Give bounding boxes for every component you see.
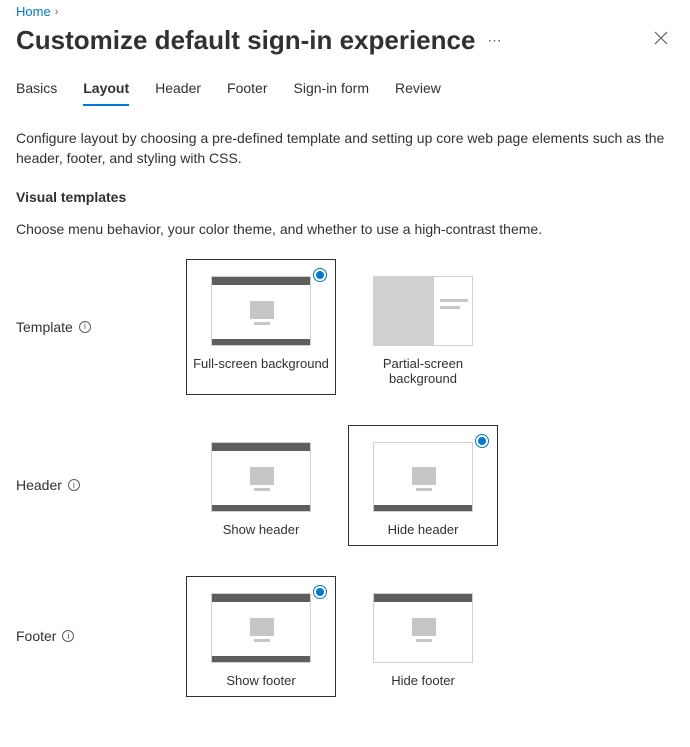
- footer-option-show[interactable]: Show footer: [186, 576, 336, 697]
- template-option-partial-screen[interactable]: Partial-screen background: [348, 259, 498, 395]
- page-title: Customize default sign-in experience: [16, 25, 475, 56]
- tab-header[interactable]: Header: [155, 74, 201, 106]
- chevron-right-icon: ›: [55, 6, 59, 18]
- more-actions-button[interactable]: ⋯: [487, 32, 502, 49]
- footer-label: Footer: [16, 628, 56, 644]
- tab-basics[interactable]: Basics: [16, 74, 57, 106]
- breadcrumb-home-link[interactable]: Home: [16, 4, 51, 19]
- header-option-label: Show header: [223, 522, 300, 537]
- thumbnail-icon: [373, 442, 473, 512]
- info-icon[interactable]: i: [68, 479, 80, 491]
- radio-selected-icon: [313, 585, 327, 599]
- tab-layout[interactable]: Layout: [83, 74, 129, 106]
- tab-footer[interactable]: Footer: [227, 74, 267, 106]
- tabs: Basics Layout Header Footer Sign-in form…: [16, 74, 674, 106]
- thumbnail-icon: [211, 593, 311, 663]
- visual-templates-heading: Visual templates: [16, 189, 674, 205]
- header-option-hide[interactable]: Hide header: [348, 425, 498, 546]
- template-label: Template: [16, 319, 73, 335]
- tab-review[interactable]: Review: [395, 74, 441, 106]
- header-option-label: Hide header: [388, 522, 459, 537]
- info-icon[interactable]: i: [62, 630, 74, 642]
- close-icon[interactable]: [648, 25, 674, 56]
- header-label: Header: [16, 477, 62, 493]
- header-option-show[interactable]: Show header: [186, 425, 336, 546]
- thumbnail-icon: [211, 276, 311, 346]
- radio-selected-icon: [475, 434, 489, 448]
- footer-option-label: Show footer: [226, 673, 295, 688]
- template-option-full-screen[interactable]: Full-screen background: [186, 259, 336, 395]
- thumbnail-icon: [373, 593, 473, 663]
- info-icon[interactable]: i: [79, 321, 91, 333]
- template-option-label: Full-screen background: [193, 356, 329, 371]
- footer-option-label: Hide footer: [391, 673, 455, 688]
- visual-templates-description: Choose menu behavior, your color theme, …: [16, 219, 674, 239]
- breadcrumb: Home ›: [16, 0, 674, 19]
- template-option-label: Partial-screen background: [355, 356, 491, 386]
- layout-description: Configure layout by choosing a pre-defin…: [16, 128, 674, 169]
- radio-selected-icon: [313, 268, 327, 282]
- footer-option-hide[interactable]: Hide footer: [348, 576, 498, 697]
- thumbnail-icon: [211, 442, 311, 512]
- thumbnail-icon: [373, 276, 473, 346]
- tab-signin-form[interactable]: Sign-in form: [294, 74, 369, 106]
